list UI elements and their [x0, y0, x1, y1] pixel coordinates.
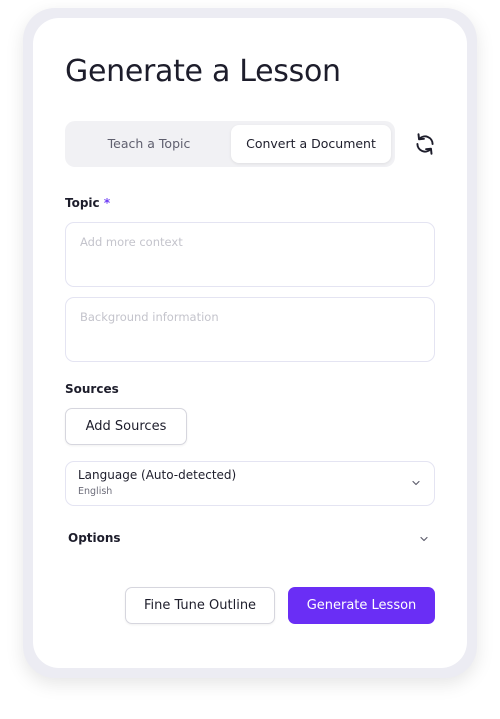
context-placeholder: Add more context: [80, 235, 183, 249]
language-select[interactable]: Language (Auto-detected) English: [65, 461, 435, 506]
refresh-icon[interactable]: [412, 131, 438, 157]
sources-label: Sources: [65, 382, 119, 396]
tab-teach-a-topic[interactable]: Teach a Topic: [69, 125, 229, 163]
mode-tabs: Teach a Topic Convert a Document: [65, 121, 395, 167]
options-chevron-down-icon[interactable]: [419, 534, 429, 544]
chevron-down-icon: [412, 480, 420, 486]
language-value: English: [78, 486, 113, 497]
required-marker: *: [103, 196, 111, 210]
background-textarea[interactable]: Background information: [65, 297, 435, 362]
background-placeholder: Background information: [80, 310, 219, 324]
options-label: Options: [68, 531, 121, 545]
topic-label-text: Topic: [65, 196, 100, 210]
page-title: Generate a Lesson: [65, 54, 341, 89]
topic-label: Topic *: [65, 196, 110, 210]
language-label: Language (Auto-detected): [78, 468, 237, 482]
tab-convert-a-document[interactable]: Convert a Document: [231, 125, 391, 163]
fine-tune-outline-button[interactable]: Fine Tune Outline: [125, 587, 275, 624]
add-sources-button[interactable]: Add Sources: [65, 408, 187, 445]
context-textarea[interactable]: Add more context: [65, 222, 435, 287]
generate-lesson-button[interactable]: Generate Lesson: [288, 587, 435, 624]
